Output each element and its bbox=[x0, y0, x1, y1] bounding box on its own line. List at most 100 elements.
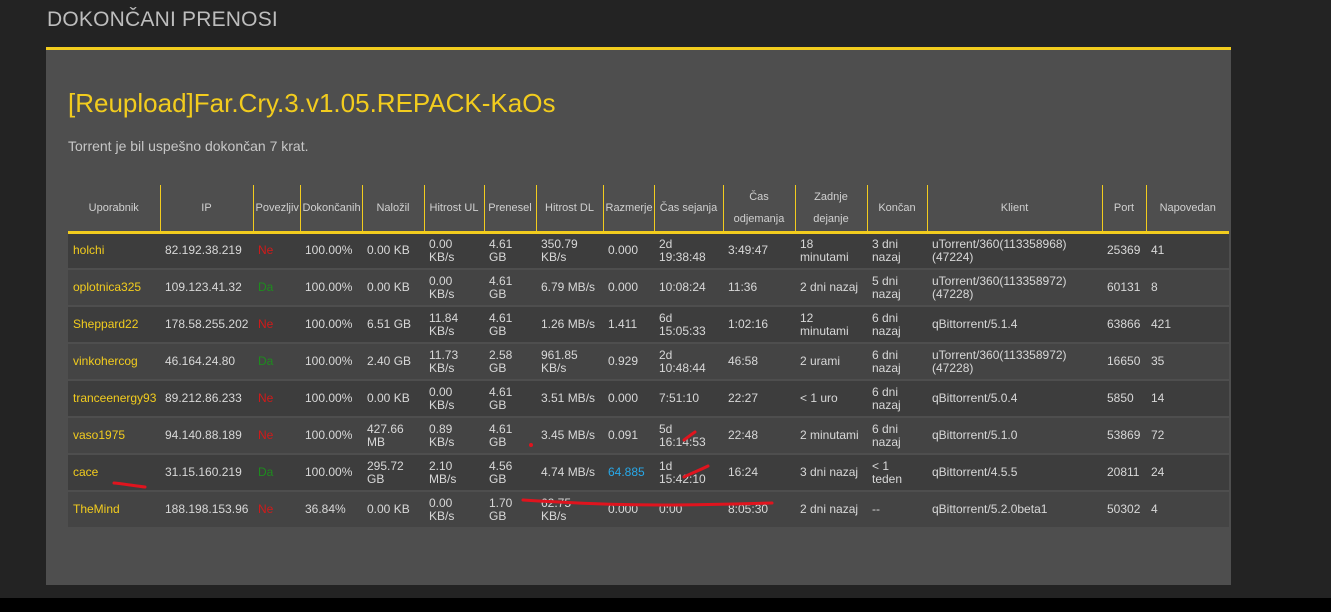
cell-ratio: 0.000 bbox=[603, 491, 654, 529]
cell-ip: 188.198.153.96 bbox=[160, 491, 253, 529]
cell-dl-speed: 1.26 MB/s bbox=[536, 306, 603, 344]
cell-last-action: 12 minutami bbox=[795, 306, 867, 344]
cell-port: 53869 bbox=[1102, 417, 1146, 455]
cell-connectable: Ne bbox=[253, 232, 300, 270]
cell-last-action: 2 dni nazaj bbox=[795, 491, 867, 529]
cell-last-action: 2 minutami bbox=[795, 417, 867, 455]
cell-ratio: 0.000 bbox=[603, 232, 654, 270]
cell-seed-time: 2d 10:48:44 bbox=[654, 343, 723, 381]
cell-finished: 3 dni nazaj bbox=[867, 232, 927, 270]
cell-dl-speed: 6.79 MB/s bbox=[536, 269, 603, 307]
cell-announced: 8 bbox=[1146, 269, 1229, 307]
cell-seed-time: 10:08:24 bbox=[654, 269, 723, 307]
table-row: oplotnica325 109.123.41.32 Da 100.00% 0.00 K… bbox=[68, 269, 1229, 307]
cell-announced: 421 bbox=[1146, 306, 1229, 344]
cell-dl-speed: 3.51 MB/s bbox=[536, 380, 603, 418]
table-header-row: Uporabnik IP Povezljiv Dokončanih Naloži… bbox=[68, 185, 1229, 234]
col-header-completed[interactable]: Dokončanih bbox=[300, 185, 363, 234]
col-header-announced[interactable]: Napovedan bbox=[1146, 185, 1229, 234]
section-title: DOKONČANI PRENOSI bbox=[47, 8, 278, 31]
cell-completed: 100.00% bbox=[300, 232, 362, 270]
cell-seed-time: 6d 15:05:33 bbox=[654, 306, 723, 344]
col-header-uploaded[interactable]: Naložil bbox=[362, 185, 425, 234]
cell-client: uTorrent/360(113358972)(47228) bbox=[927, 343, 1102, 381]
cell-user[interactable]: cace bbox=[68, 454, 160, 492]
cell-downloaded: 4.61 GB bbox=[484, 306, 536, 344]
torrent-title[interactable]: [Reupload]Far.Cry.3.v1.05.REPACK-KaOs bbox=[68, 88, 555, 119]
cell-finished: < 1 teden bbox=[867, 454, 927, 492]
cell-ul-speed: 0.00 KB/s bbox=[424, 269, 484, 307]
table-row: vinkohercog 46.164.24.80 Da 100.00% 2.40 GB 1… bbox=[68, 343, 1229, 381]
col-header-user[interactable]: Uporabnik bbox=[68, 185, 161, 234]
cell-client: qBittorrent/5.1.4 bbox=[927, 306, 1102, 344]
bottom-bar bbox=[0, 598, 1331, 612]
cell-connectable: Ne bbox=[253, 491, 300, 529]
cell-connectable: Ne bbox=[253, 306, 300, 344]
cell-finished: 6 dni nazaj bbox=[867, 343, 927, 381]
cell-leech-time: 3:49:47 bbox=[723, 232, 795, 270]
col-header-dl-speed[interactable]: Hitrost DL bbox=[536, 185, 604, 234]
cell-finished: 6 dni nazaj bbox=[867, 306, 927, 344]
col-header-connectable[interactable]: Povezljiv bbox=[253, 185, 301, 234]
cell-ip: 46.164.24.80 bbox=[160, 343, 253, 381]
table-row: cace 31.15.160.219 Da 100.00% 295.72 GB 2.10 … bbox=[68, 454, 1229, 492]
cell-client: qBittorrent/5.2.0beta1 bbox=[927, 491, 1102, 529]
cell-uploaded: 427.66 MB bbox=[362, 417, 424, 455]
cell-ratio: 64.885 bbox=[603, 454, 654, 492]
cell-downloaded: 4.61 GB bbox=[484, 269, 536, 307]
col-header-downloaded[interactable]: Prenesel bbox=[484, 185, 537, 234]
cell-finished: 6 dni nazaj bbox=[867, 417, 927, 455]
cell-completed: 100.00% bbox=[300, 417, 362, 455]
col-header-port[interactable]: Port bbox=[1102, 185, 1147, 234]
cell-port: 25369 bbox=[1102, 232, 1146, 270]
cell-uploaded: 0.00 KB bbox=[362, 491, 424, 529]
col-header-last-action[interactable]: Zadnje dejanje bbox=[795, 185, 868, 234]
col-header-ratio[interactable]: Razmerje bbox=[603, 185, 655, 234]
cell-user[interactable]: vinkohercog bbox=[68, 343, 160, 381]
cell-ratio: 0.000 bbox=[603, 380, 654, 418]
cell-completed: 100.00% bbox=[300, 380, 362, 418]
cell-user[interactable]: Sheppard22 bbox=[68, 306, 160, 344]
cell-ul-speed: 0.00 KB/s bbox=[424, 380, 484, 418]
cell-last-action: 18 minutami bbox=[795, 232, 867, 270]
cell-announced: 14 bbox=[1146, 380, 1229, 418]
cell-uploaded: 0.00 KB bbox=[362, 232, 424, 270]
completed-count-note: Torrent je bil uspešno dokončan 7 krat. bbox=[68, 138, 309, 154]
cell-port: 16650 bbox=[1102, 343, 1146, 381]
cell-connectable: Da bbox=[253, 269, 300, 307]
cell-ip: 94.140.88.189 bbox=[160, 417, 253, 455]
cell-user[interactable]: vaso1975 bbox=[68, 417, 160, 455]
cell-ul-speed: 2.10 MB/s bbox=[424, 454, 484, 492]
col-header-leech-time[interactable]: Čas odjemanja bbox=[723, 185, 796, 234]
cell-connectable: Ne bbox=[253, 417, 300, 455]
cell-user[interactable]: oplotnica325 bbox=[68, 269, 160, 307]
col-header-ip[interactable]: IP bbox=[160, 185, 254, 234]
cell-user[interactable]: tranceenergy93 bbox=[68, 380, 160, 418]
cell-port: 50302 bbox=[1102, 491, 1146, 529]
cell-user[interactable]: TheMind bbox=[68, 491, 160, 529]
cell-seed-time: 5d 16:14:53 bbox=[654, 417, 723, 455]
peers-table: Uporabnik IP Povezljiv Dokončanih Naloži… bbox=[68, 185, 1229, 529]
cell-downloaded: 1.70 GB bbox=[484, 491, 536, 529]
col-header-ul-speed[interactable]: Hitrost UL bbox=[424, 185, 485, 234]
col-header-finished[interactable]: Končan bbox=[867, 185, 928, 234]
col-header-seed-time[interactable]: Čas sejanja bbox=[654, 185, 724, 234]
cell-client: uTorrent/360(113358968)(47224) bbox=[927, 232, 1102, 270]
cell-ip: 31.15.160.219 bbox=[160, 454, 253, 492]
cell-client: qBittorrent/5.0.4 bbox=[927, 380, 1102, 418]
cell-completed: 100.00% bbox=[300, 343, 362, 381]
cell-seed-time: 7:51:10 bbox=[654, 380, 723, 418]
cell-port: 20811 bbox=[1102, 454, 1146, 492]
cell-ul-speed: 11.73 KB/s bbox=[424, 343, 484, 381]
cell-announced: 24 bbox=[1146, 454, 1229, 492]
table-row: holchi 82.192.38.219 Ne 100.00% 0.00 KB 0.00 … bbox=[68, 232, 1229, 270]
col-header-client[interactable]: Klient bbox=[927, 185, 1103, 234]
cell-downloaded: 4.56 GB bbox=[484, 454, 536, 492]
cell-dl-speed: 3.45 MB/s bbox=[536, 417, 603, 455]
cell-user[interactable]: holchi bbox=[68, 232, 160, 270]
cell-uploaded: 2.40 GB bbox=[362, 343, 424, 381]
cell-ratio: 1.411 bbox=[603, 306, 654, 344]
table-row: TheMind 188.198.153.96 Ne 36.84% 0.00 KB 0.00… bbox=[68, 491, 1229, 529]
cell-last-action: 3 dni nazaj bbox=[795, 454, 867, 492]
cell-announced: 4 bbox=[1146, 491, 1229, 529]
